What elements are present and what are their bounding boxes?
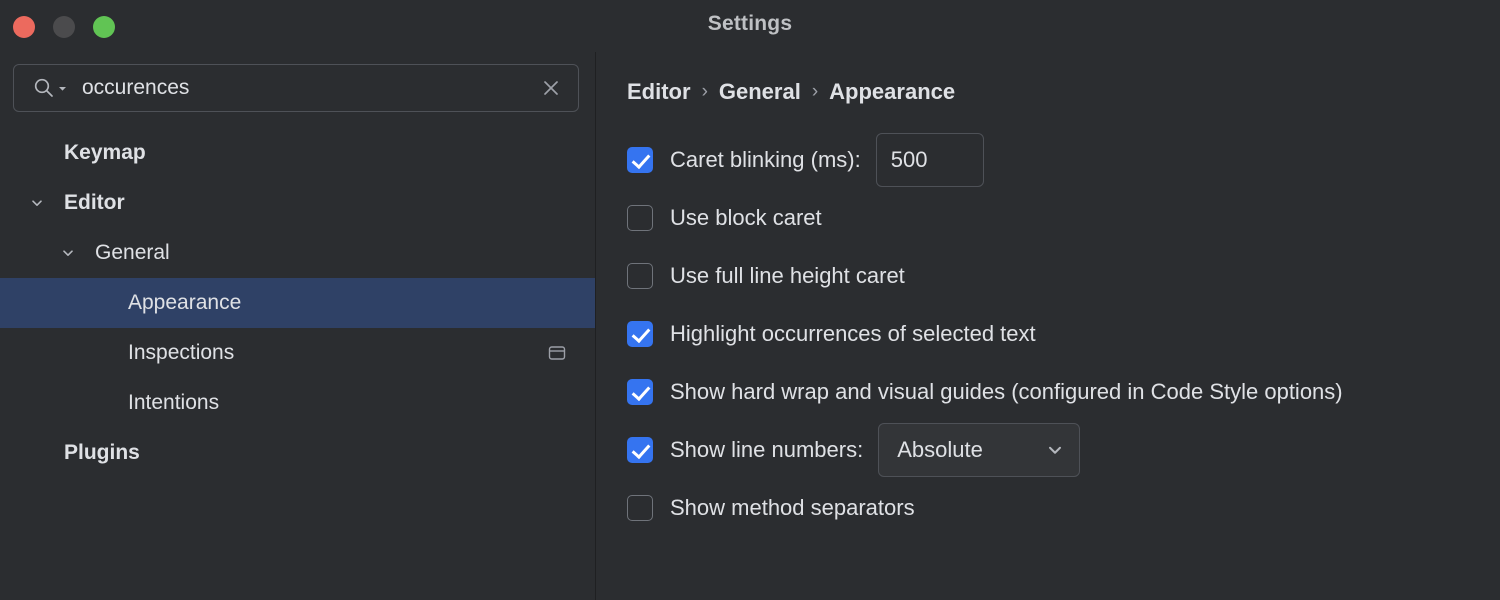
chevron-down-icon[interactable] bbox=[60, 245, 76, 261]
option-row: Show method separators bbox=[627, 479, 1500, 537]
option-label: Show method separators bbox=[670, 495, 915, 521]
option-label: Use full line height caret bbox=[670, 263, 905, 289]
checkbox-caret-blinking-ms[interactable] bbox=[627, 147, 653, 173]
sidebar-item-label: Keymap bbox=[0, 141, 146, 165]
search-icon[interactable] bbox=[33, 77, 67, 99]
chevron-down-icon bbox=[58, 84, 67, 93]
breadcrumb: Editor › General › Appearance bbox=[627, 79, 1500, 105]
sidebar-item-label: Appearance bbox=[0, 291, 241, 315]
sidebar-item-label: General bbox=[0, 241, 170, 265]
option-row: Show hard wrap and visual guides (config… bbox=[627, 363, 1500, 421]
option-row: Use block caret bbox=[627, 189, 1500, 247]
checkbox-use-block-caret[interactable] bbox=[627, 205, 653, 231]
settings-window: Settings bbox=[0, 0, 1500, 600]
title-bar: Settings bbox=[0, 0, 1500, 52]
sidebar-item-label: Editor bbox=[0, 191, 125, 215]
checkbox-show-line-numbers[interactable] bbox=[627, 437, 653, 463]
search-input[interactable] bbox=[14, 65, 578, 111]
search-field[interactable] bbox=[13, 64, 579, 112]
settings-tree: Keymap Editor General Appearance Inspections… bbox=[0, 128, 595, 478]
option-label: Highlight occurrences of selected text bbox=[670, 321, 1036, 347]
option-label: Show hard wrap and visual guides (config… bbox=[670, 379, 1343, 405]
sidebar-item-intentions[interactable]: Intentions bbox=[0, 378, 595, 428]
sidebar-item-label: Intentions bbox=[0, 391, 219, 415]
sidebar-item-inspections[interactable]: Inspections bbox=[0, 328, 595, 378]
option-label: Caret blinking (ms): bbox=[670, 147, 861, 173]
sidebar-item-label: Plugins bbox=[0, 441, 140, 465]
option-label: Show line numbers: bbox=[670, 437, 863, 463]
settings-content-panel: Editor › General › Appearance Caret blinking… bbox=[596, 52, 1500, 600]
breadcrumb-item-appearance: Appearance bbox=[829, 79, 955, 105]
dropdown-show-line-numbers[interactable]: Absolute bbox=[878, 423, 1080, 477]
checkbox-use-full-line-height-caret[interactable] bbox=[627, 263, 653, 289]
sidebar-item-label: Inspections bbox=[0, 341, 234, 365]
sidebar-item-appearance[interactable]: Appearance bbox=[0, 278, 595, 328]
option-row: Show line numbers: Absolute bbox=[627, 421, 1500, 479]
chevron-down-icon bbox=[1045, 440, 1065, 460]
window-body: Keymap Editor General Appearance Inspections… bbox=[0, 52, 1500, 600]
chevron-down-icon[interactable] bbox=[29, 195, 45, 211]
input-caret-blinking-ms[interactable] bbox=[876, 133, 984, 187]
option-row: Use full line height caret bbox=[627, 247, 1500, 305]
checkbox-highlight-occurrences-of-selected-text[interactable] bbox=[627, 321, 653, 347]
options-list: Caret blinking (ms): Use block caret Use f… bbox=[627, 131, 1500, 537]
search-container bbox=[0, 52, 595, 112]
sidebar-item-keymap[interactable]: Keymap bbox=[0, 128, 595, 178]
settings-sidebar: Keymap Editor General Appearance Inspections… bbox=[0, 52, 596, 600]
checkbox-show-hard-wrap-and-visual-guides-configu[interactable] bbox=[627, 379, 653, 405]
breadcrumb-item-general[interactable]: General bbox=[719, 79, 801, 105]
sidebar-item-plugins[interactable]: Plugins bbox=[0, 428, 595, 478]
option-label: Use block caret bbox=[670, 205, 822, 231]
checkbox-show-method-separators[interactable] bbox=[627, 495, 653, 521]
option-row: Caret blinking (ms): bbox=[627, 131, 1500, 189]
project-settings-icon bbox=[547, 343, 567, 363]
clear-search-icon[interactable] bbox=[540, 77, 562, 99]
breadcrumb-item-editor[interactable]: Editor bbox=[627, 79, 691, 105]
option-row: Highlight occurrences of selected text bbox=[627, 305, 1500, 363]
dropdown-value: Absolute bbox=[897, 437, 983, 463]
sidebar-item-general[interactable]: General bbox=[0, 228, 595, 278]
breadcrumb-separator: › bbox=[812, 81, 818, 103]
window-title: Settings bbox=[0, 12, 1500, 36]
sidebar-item-editor[interactable]: Editor bbox=[0, 178, 595, 228]
breadcrumb-separator: › bbox=[702, 81, 708, 103]
